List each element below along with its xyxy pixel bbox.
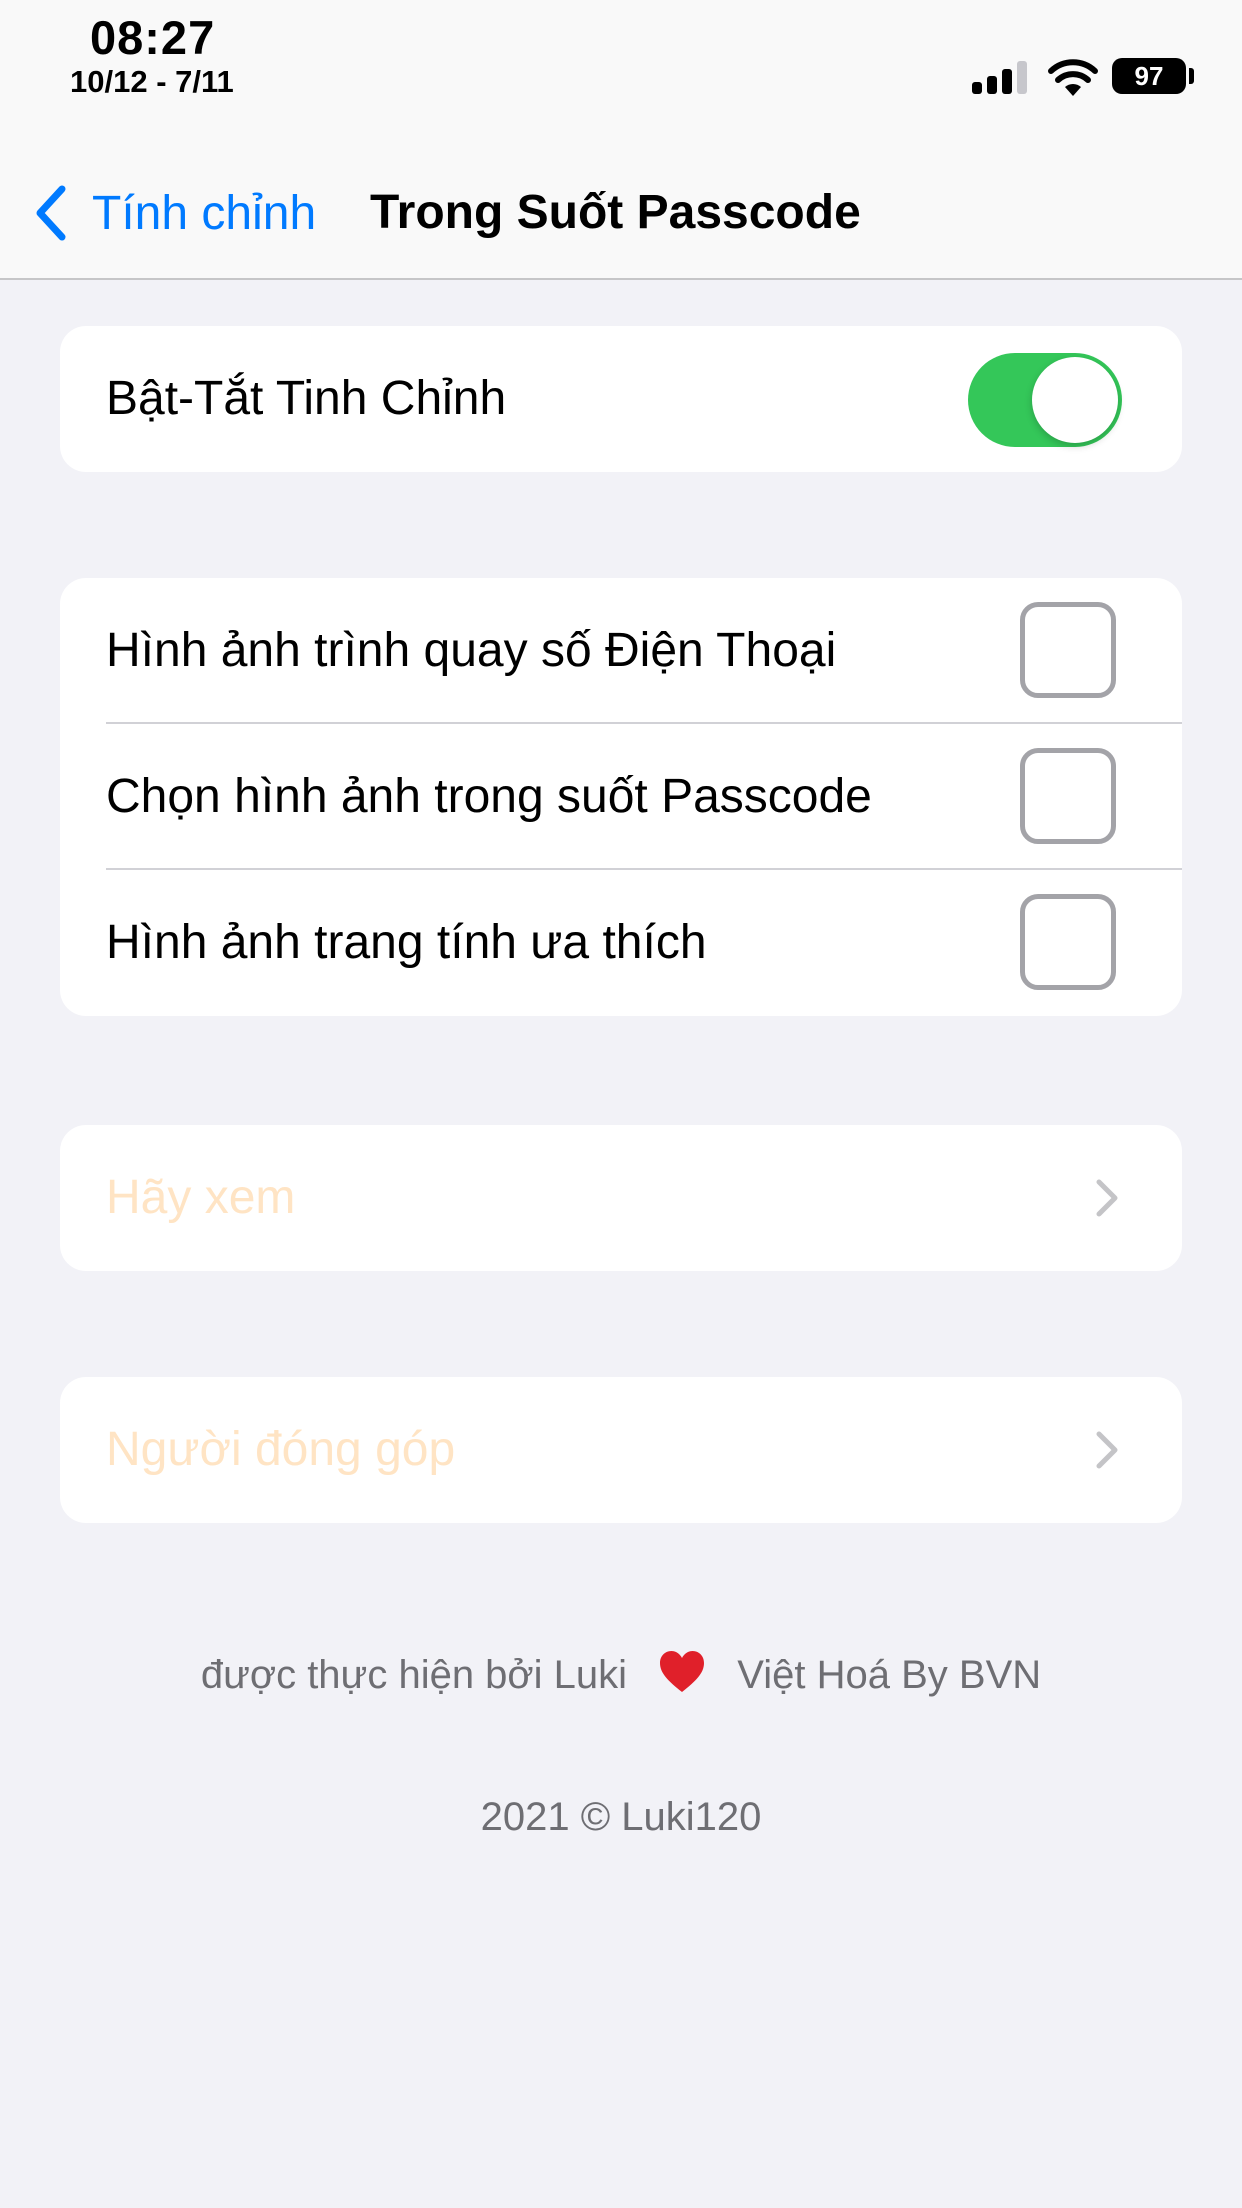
battery-tip-icon: [1189, 68, 1194, 84]
chevron-left-icon: [36, 185, 66, 241]
enable-tweak-group: Bật-Tắt Tinh Chỉnh: [60, 326, 1182, 472]
view-link-label: Hãy xem: [106, 1171, 296, 1224]
credits-text: được thực hiện bởi Luki Việt Hoá By BVN: [0, 1650, 1242, 1698]
option-label: Hình ảnh trang tính ưa thích: [106, 916, 707, 969]
wifi-icon: [1048, 59, 1098, 96]
contributors-group: Người đóng góp: [60, 1377, 1182, 1523]
copyright-text: 2021 © Luki120: [480, 1795, 762, 1839]
option-checkbox-favorites[interactable]: [1020, 894, 1116, 990]
chevron-right-icon: [1096, 1431, 1118, 1469]
option-row-favorites[interactable]: Hình ảnh trang tính ưa thích: [60, 870, 1182, 1016]
credit-author: được thực hiện bởi Luki: [200, 1653, 628, 1697]
enable-tweak-row: Bật-Tắt Tinh Chỉnh: [60, 326, 1182, 472]
battery-indicator: 97: [1112, 58, 1186, 94]
view-group: Hãy xem: [60, 1125, 1182, 1271]
chevron-right-icon: [1096, 1179, 1118, 1217]
credit-localization: Việt Hoá By BVN: [737, 1653, 1042, 1697]
status-time: 08:27: [90, 11, 216, 64]
back-button[interactable]: Tính chỉnh: [30, 178, 316, 248]
option-row-passcode[interactable]: Chọn hình ảnh trong suốt Passcode: [60, 724, 1182, 870]
heart-icon: [660, 1651, 705, 1692]
enable-tweak-toggle[interactable]: [968, 353, 1122, 447]
option-label: Hình ảnh trình quay số Điện Thoại: [106, 624, 837, 677]
back-button-label: Tính chỉnh: [92, 186, 317, 240]
option-checkbox-passcode[interactable]: [1020, 748, 1116, 844]
enable-tweak-label: Bật-Tắt Tinh Chỉnh: [106, 372, 507, 425]
status-date: 10/12 - 7/11: [70, 64, 234, 99]
page-title: Trong Suốt Passcode: [370, 186, 861, 239]
view-row[interactable]: Hãy xem: [60, 1125, 1182, 1271]
contributors-row[interactable]: Người đóng góp: [60, 1377, 1182, 1523]
option-label: Chọn hình ảnh trong suốt Passcode: [106, 770, 872, 823]
option-row-phone-dialer[interactable]: Hình ảnh trình quay số Điện Thoại: [60, 578, 1182, 724]
navigation-header: 08:27 10/12 - 7/11 97 Tính chỉnh Trong S…: [0, 0, 1242, 280]
cellular-signal-icon: [972, 60, 1030, 94]
toggle-knob: [1032, 357, 1118, 443]
contributors-link-label: Người đóng góp: [106, 1423, 456, 1476]
image-options-group: Hình ảnh trình quay số Điện Thoại Chọn h…: [60, 578, 1182, 1016]
option-checkbox-phone-dialer[interactable]: [1020, 602, 1116, 698]
